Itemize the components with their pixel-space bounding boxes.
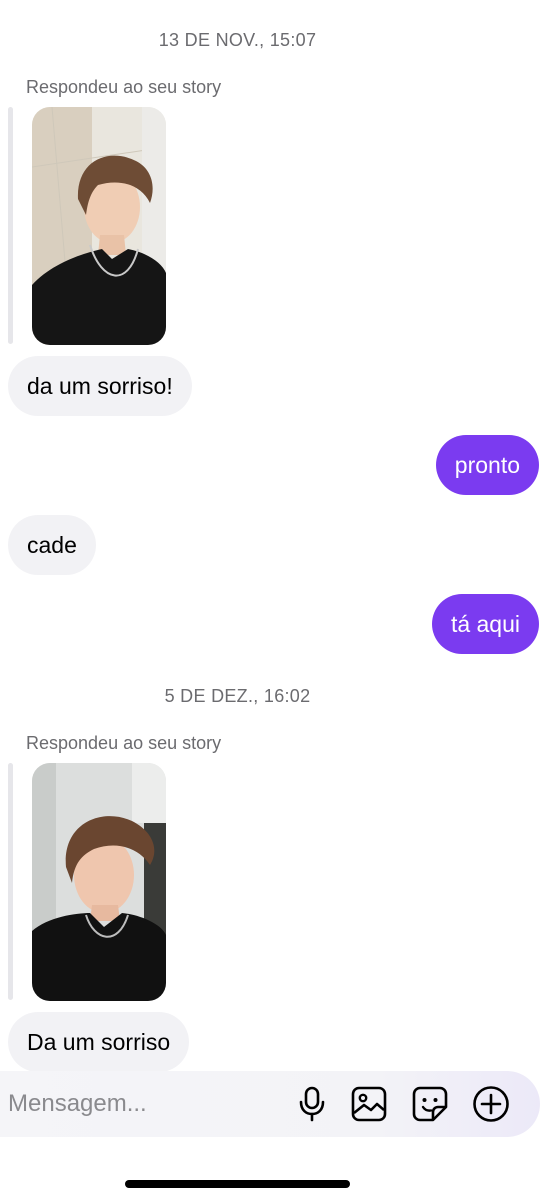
message-bubble-outgoing[interactable]: tá aqui [431,594,539,654]
reply-indicator-bar [8,763,13,1000]
message-bubble-incoming[interactable]: da um sorriso! [8,356,192,416]
story-reply-label: Respondeu ao seu story [26,733,222,753]
home-indicator[interactable] [125,1180,350,1188]
gallery-button[interactable] [349,1084,389,1124]
plus-icon [473,1086,509,1122]
microphone-icon [299,1086,325,1122]
message-composer [0,1071,540,1137]
message-bubble-outgoing[interactable]: pronto [435,435,539,495]
story-photo [32,107,166,345]
reply-indicator-bar [8,107,13,344]
sticker-button[interactable] [410,1084,450,1124]
message-input[interactable] [8,1071,278,1137]
timestamp: 13 DE NOV., 15:07 [158,30,317,50]
message-bubble-incoming[interactable]: cade [8,515,96,575]
story-thumbnail[interactable] [32,763,166,1001]
message-bubble-incoming[interactable]: Da um sorriso [8,1012,190,1072]
story-thumbnail[interactable] [32,107,166,345]
timestamp: 5 DE DEZ., 16:02 [164,686,311,706]
sticker-icon [412,1086,448,1122]
story-reply-label: Respondeu ao seu story [26,77,222,97]
add-button[interactable] [471,1084,511,1124]
microphone-button[interactable] [292,1084,332,1124]
story-photo [32,763,166,1001]
image-icon [351,1086,387,1122]
